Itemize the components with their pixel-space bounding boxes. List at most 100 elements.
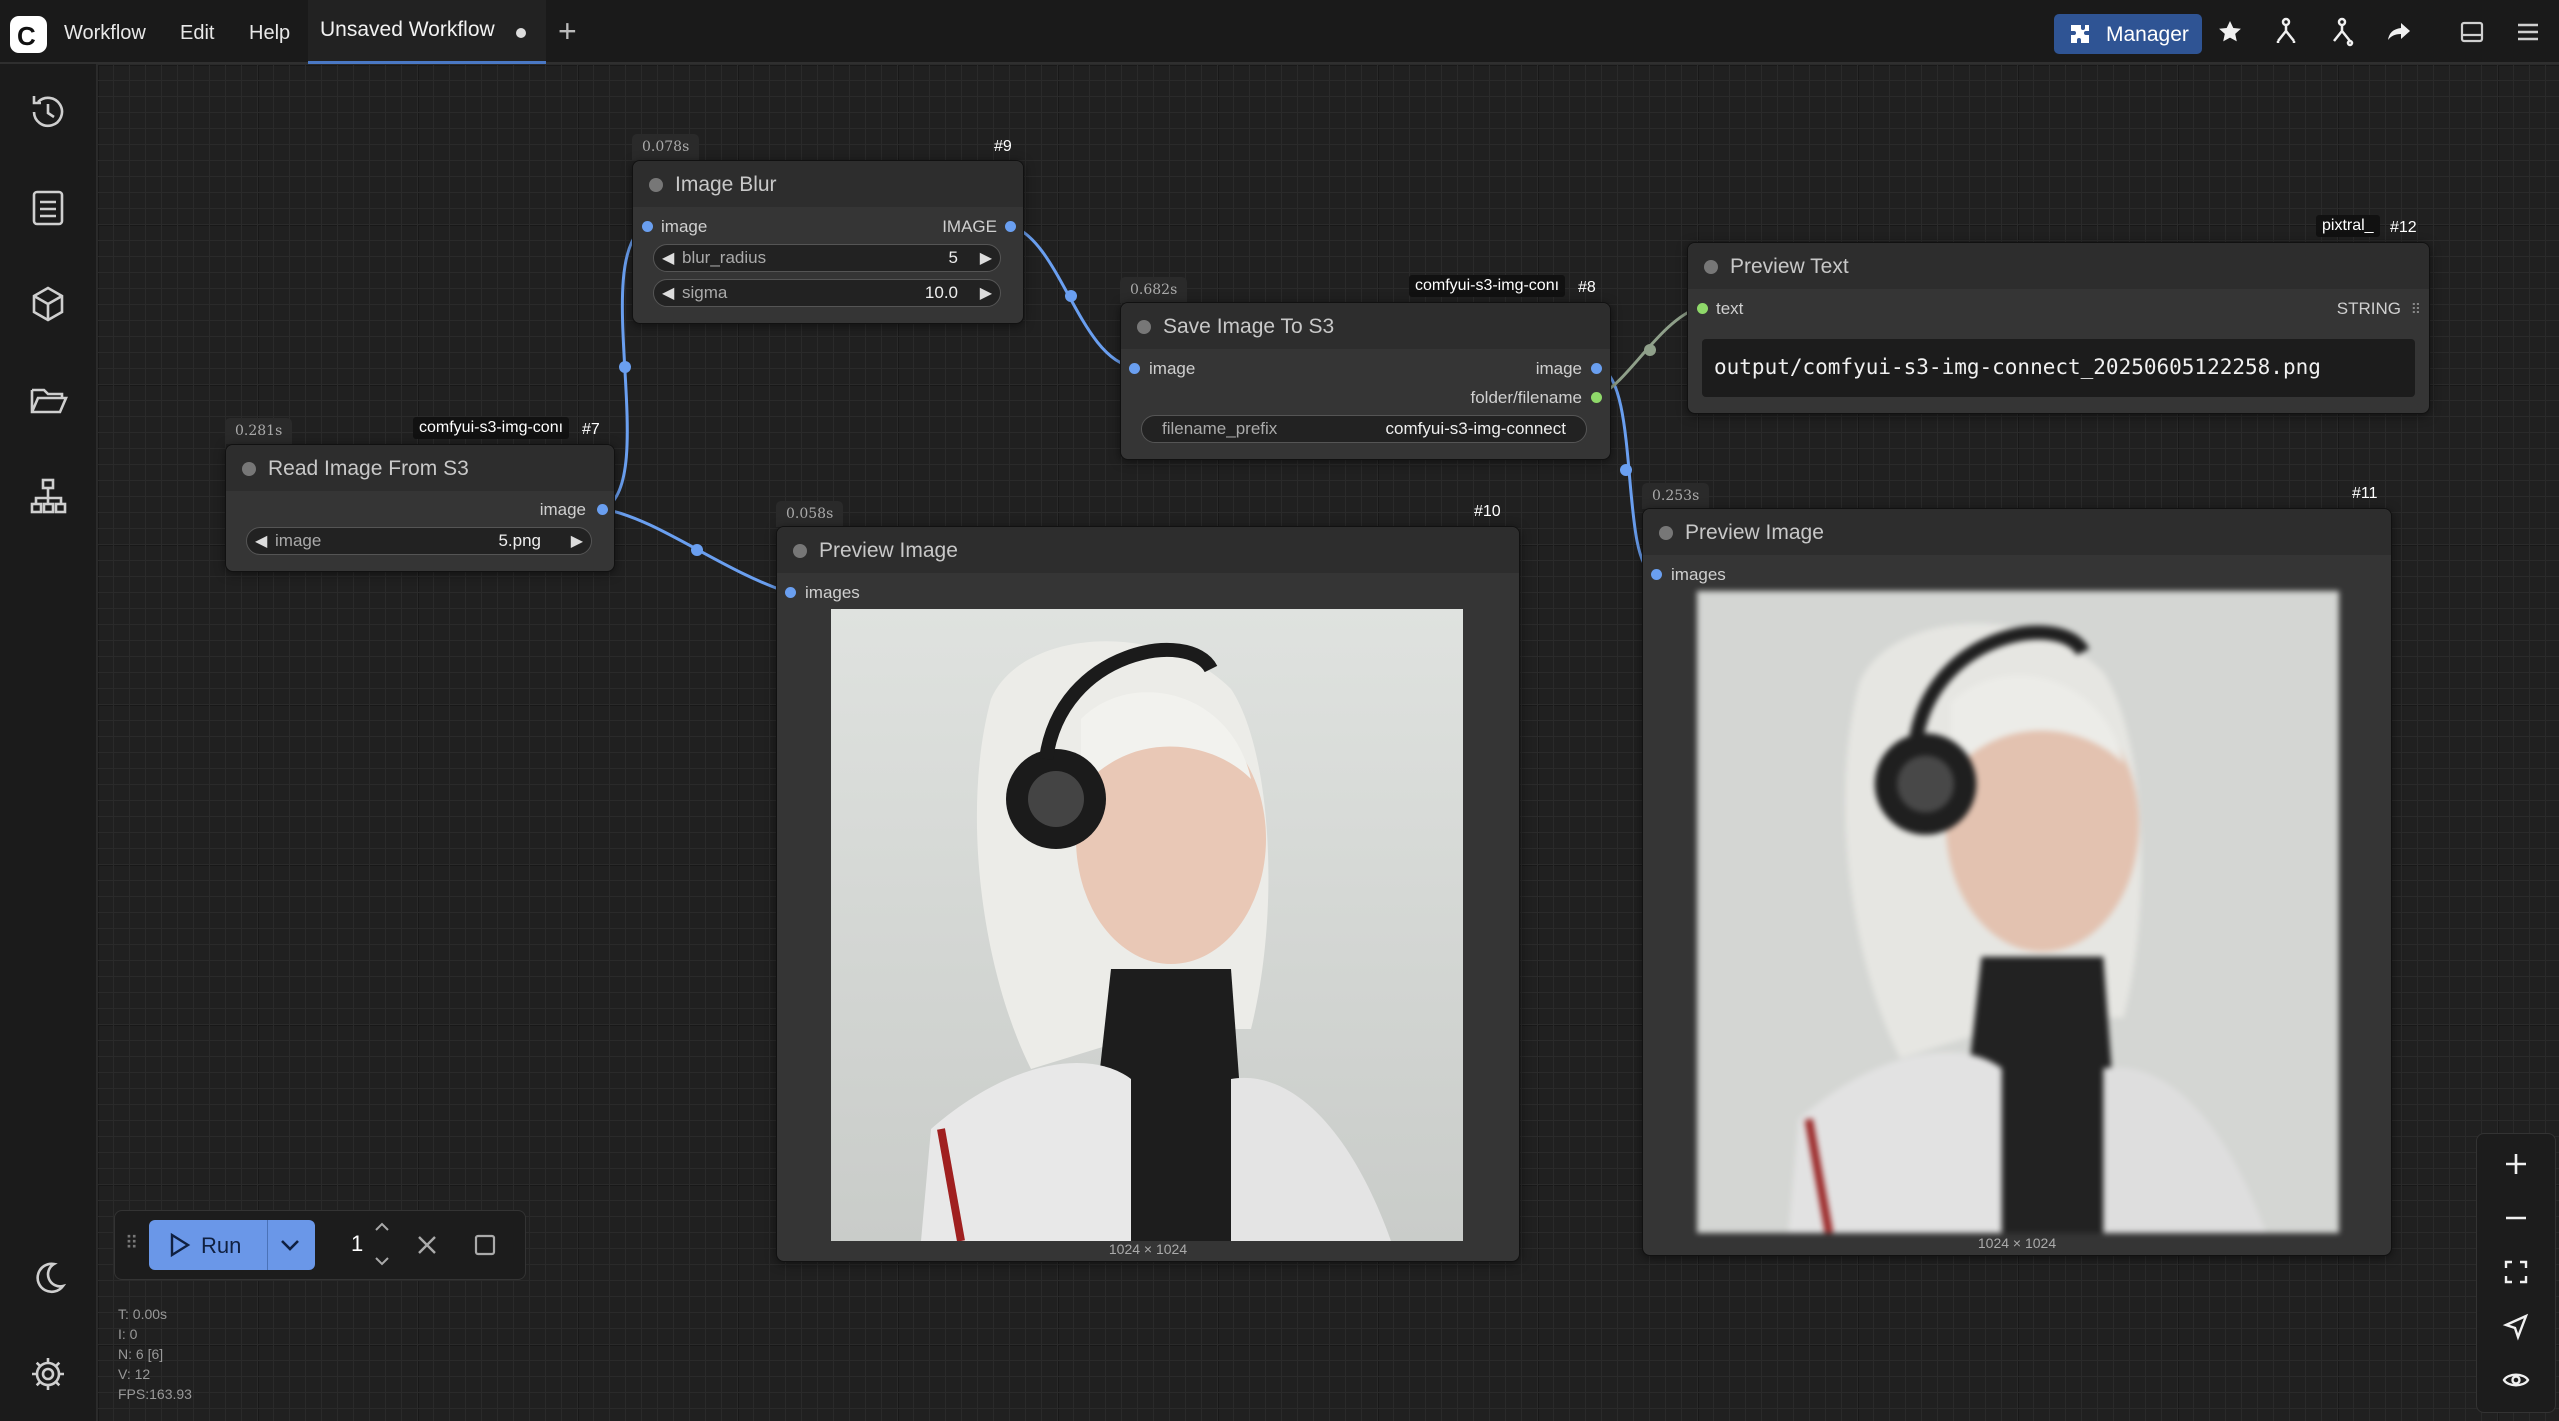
collapse-dot[interactable] (1659, 526, 1673, 540)
node-preview-image-11[interactable]: Preview Image images 1024 × 1024 (1642, 508, 2392, 1256)
node-title-bar[interactable]: Image Blur (633, 161, 1023, 207)
node-title-bar[interactable]: Preview Image (777, 527, 1519, 573)
manager-label: Manager (2106, 23, 2189, 46)
star-icon[interactable] (2210, 12, 2250, 52)
divider (267, 1220, 268, 1270)
zoom-in-icon[interactable] (2496, 1144, 2536, 1184)
portrait-image (1697, 591, 2339, 1233)
output-socket-string[interactable] (1591, 392, 1602, 403)
sitemap-icon[interactable] (24, 472, 72, 520)
decrement-arrow-icon[interactable]: ◀ (255, 531, 267, 551)
node-title-bar[interactable]: Read Image From S3 (226, 445, 614, 491)
fit-view-icon[interactable] (2496, 1252, 2536, 1292)
menu-edit[interactable]: Edit (180, 20, 214, 46)
send-icon[interactable] (2496, 1306, 2536, 1346)
moon-icon[interactable] (24, 1254, 72, 1302)
gear-icon[interactable] (24, 1350, 72, 1398)
tab-unsaved-workflow[interactable]: Unsaved Workflow (308, 0, 546, 64)
decrement-chevron-icon[interactable] (370, 1251, 394, 1276)
widget-value[interactable]: 10.0 (925, 283, 958, 303)
eye-icon[interactable] (2496, 1360, 2536, 1400)
input-label: text (1716, 299, 1744, 318)
input-socket-images[interactable] (1651, 569, 1662, 580)
stat-i: I: 0 (118, 1326, 138, 1342)
node-id: #12 (2390, 219, 2417, 236)
widget-value[interactable]: 5 (949, 248, 958, 268)
preview-text-content: output/comfyui-s3-img-connect_2025060512… (1714, 355, 2321, 379)
output-socket-image[interactable] (1591, 363, 1602, 374)
output-socket-image[interactable] (597, 504, 608, 515)
collapse-dot[interactable] (1137, 320, 1151, 334)
node-title: Preview Image (819, 539, 958, 562)
increment-arrow-icon[interactable]: ▶ (571, 531, 583, 551)
node-title: Preview Text (1730, 255, 1849, 278)
stop-icon[interactable] (471, 1231, 499, 1264)
text-preview-box[interactable]: output/comfyui-s3-img-connect_2025060512… (1702, 339, 2415, 397)
node-save-image-to-s3[interactable]: Save Image To S3 image image folder/file… (1120, 302, 1611, 460)
collapse-dot[interactable] (649, 178, 663, 192)
run-toolbar: ⠿ Run 1 (114, 1210, 526, 1280)
collapse-dot[interactable] (793, 544, 807, 558)
list-icon[interactable] (24, 184, 72, 232)
share-icon[interactable] (2378, 12, 2418, 52)
git-compare-icon[interactable] (2322, 12, 2362, 52)
increment-arrow-icon[interactable]: ▶ (980, 248, 992, 268)
output-label: STRING (2336, 299, 2401, 318)
input-socket-image[interactable] (642, 221, 653, 232)
node-source-badge: comfyui-s3-img-conı (413, 417, 570, 439)
node-title-bar[interactable]: Preview Text (1688, 243, 2429, 289)
input-socket-text[interactable] (1697, 303, 1708, 314)
image-file-widget[interactable]: ◀ image 5.png ▶ (246, 527, 592, 555)
run-button[interactable]: Run (149, 1220, 315, 1270)
menu-help[interactable]: Help (249, 20, 290, 46)
decrement-arrow-icon[interactable]: ◀ (662, 248, 674, 268)
node-title-bar[interactable]: Save Image To S3 (1121, 303, 1610, 349)
node-preview-text[interactable]: Preview Text text STRING ⠿ output/comfyu… (1687, 242, 2430, 414)
node-id: #7 (582, 421, 600, 438)
blur-radius-widget[interactable]: ◀ blur_radius 5 ▶ (653, 244, 1001, 272)
manager-button[interactable]: Manager (2054, 14, 2202, 54)
widget-label: blur_radius (682, 248, 767, 267)
batch-count-input[interactable]: 1 (351, 1231, 363, 1257)
input-label: image (1149, 359, 1196, 378)
node-read-image-from-s3[interactable]: Read Image From S3 image ◀ image 5.png ▶ (225, 444, 615, 572)
canvas-controls (2476, 1133, 2556, 1413)
cube-icon[interactable] (24, 280, 72, 328)
hamburger-menu-icon[interactable] (2508, 12, 2548, 52)
git-branch-icon[interactable] (2266, 12, 2306, 52)
increment-arrow-icon[interactable]: ▶ (980, 283, 992, 303)
unsaved-dot[interactable] (516, 28, 526, 38)
folder-open-icon[interactable] (24, 376, 72, 424)
node-id: #8 (1578, 279, 1596, 296)
input-socket-images[interactable] (785, 587, 796, 598)
decrement-arrow-icon[interactable]: ◀ (662, 283, 674, 303)
output-socket-image[interactable] (1005, 221, 1016, 232)
top-bar: C Workflow Edit Help Unsaved Workflow + … (0, 0, 2559, 64)
grid-handle-icon[interactable]: ⠿ (2411, 301, 2421, 318)
collapse-dot[interactable] (242, 462, 256, 476)
node-preview-image-10[interactable]: Preview Image images 1024 × 1024 (776, 526, 1520, 1262)
preview-image-blurred[interactable] (1697, 591, 2339, 1233)
menu-workflow[interactable]: Workflow (64, 20, 146, 46)
input-socket-image[interactable] (1129, 363, 1140, 374)
chevron-down-icon[interactable] (277, 1232, 303, 1263)
filename-prefix-widget[interactable]: filename_prefix comfyui-s3-img-connect (1141, 415, 1587, 443)
widget-value[interactable]: 5.png (498, 531, 541, 551)
input-label: images (805, 583, 860, 602)
image-size-caption: 1024 × 1024 (1108, 1241, 1188, 1257)
increment-chevron-icon[interactable] (370, 1217, 394, 1242)
node-image-blur[interactable]: Image Blur image IMAGE ◀ blur_radius 5 ▶… (632, 160, 1024, 324)
node-title-bar[interactable]: Preview Image (1643, 509, 2391, 555)
widget-value[interactable]: comfyui-s3-img-connect (1386, 419, 1566, 439)
panel-toggle-icon[interactable] (2452, 12, 2492, 52)
new-tab-button[interactable]: + (558, 14, 577, 48)
sigma-widget[interactable]: ◀ sigma 10.0 ▶ (653, 279, 1001, 307)
collapse-dot[interactable] (1704, 260, 1718, 274)
drag-handle-icon[interactable]: ⠿ (125, 1233, 138, 1254)
zoom-out-icon[interactable] (2496, 1198, 2536, 1238)
comfy-logo[interactable]: C (10, 16, 47, 53)
preview-image[interactable] (831, 609, 1463, 1241)
history-icon[interactable] (24, 88, 72, 136)
output-label: image (1535, 359, 1582, 378)
cancel-icon[interactable] (413, 1231, 441, 1264)
